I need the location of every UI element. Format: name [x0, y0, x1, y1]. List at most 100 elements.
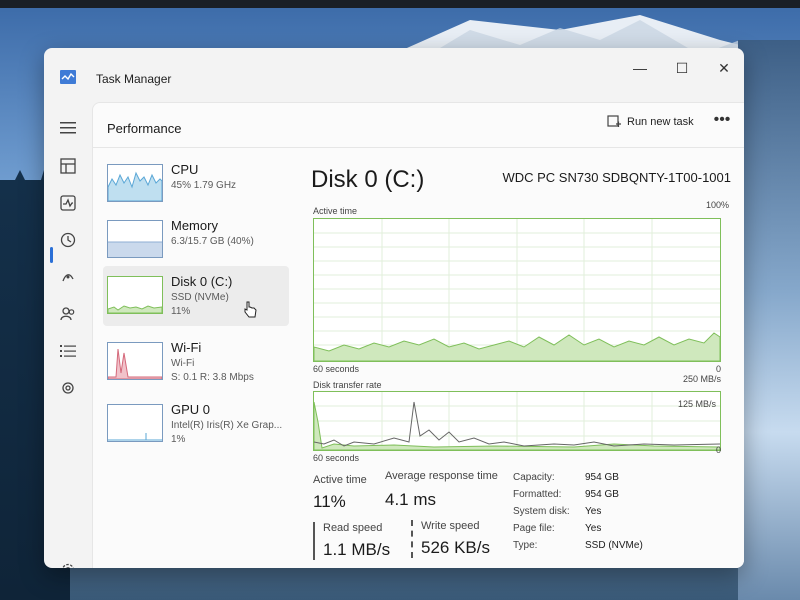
resource-item-memory[interactable]: Memory 6.3/15.7 GB (40%) [103, 210, 289, 270]
services-icon [62, 382, 74, 394]
details-icon [60, 345, 76, 357]
system-disk-label: System disk: [513, 506, 570, 517]
formatted-value: 954 GB [585, 489, 619, 500]
page-file-label: Page file: [513, 523, 555, 534]
active-time-graph-min: 0 [715, 364, 721, 374]
disk-stats: Active time 11% Average response time 4.… [311, 470, 731, 568]
resource-detail: Intel(R) Iris(R) Xe Grap... [171, 420, 283, 431]
capacity-label: Capacity: [513, 472, 555, 483]
window-title: Task Manager [96, 72, 172, 86]
users-icon [60, 307, 75, 321]
resource-name: Wi-Fi [171, 340, 202, 355]
resource-detail: Wi-Fi [171, 358, 195, 369]
active-time-graph-svg [314, 219, 720, 361]
resource-detail: SSD (NVMe) [171, 292, 229, 303]
active-time-graph-label: Active time [313, 206, 358, 216]
run-task-icon [607, 115, 621, 127]
disk-model: WDC PC SN730 SDBQNTY-1T00-1001 [502, 170, 731, 185]
settings-icon [62, 563, 74, 568]
resource-item-wifi[interactable]: Wi-Fi Wi-Fi S: 0.1 R: 3.8 Mbps [103, 332, 289, 392]
wifi-mini-graph [107, 342, 163, 380]
nav-startup-apps[interactable] [56, 265, 80, 289]
write-speed-box: Write speed 526 KB/s [411, 520, 505, 558]
system-disk-value: Yes [585, 506, 602, 517]
resource-name: Memory [171, 218, 218, 233]
read-speed-value: 1.1 MB/s [323, 540, 391, 559]
processes-icon [60, 158, 76, 174]
transfer-rate-graph: 125 MB/s [313, 391, 721, 451]
performance-icon [60, 195, 76, 211]
nav-settings[interactable] [56, 558, 80, 568]
formatted-label: Formatted: [513, 489, 562, 500]
menu-icon [60, 122, 76, 134]
active-time-graph-xlabel: 60 seconds [313, 364, 360, 374]
more-options-button[interactable]: ••• [710, 111, 734, 129]
disk-detail-panel: Disk 0 (C:) WDC PC SN730 SDBQNTY-1T00-10… [311, 148, 731, 568]
active-time-graph [313, 218, 721, 362]
minimize-button[interactable]: — [624, 56, 656, 80]
memory-sparkline [108, 241, 162, 257]
cpu-sparkline [108, 171, 162, 201]
task-manager-app-icon [60, 70, 76, 84]
page-title: Performance [107, 121, 182, 136]
type-value: SSD (NVMe) [585, 540, 643, 551]
resource-item-disk0[interactable]: Disk 0 (C:) SSD (NVMe) 11% [103, 266, 289, 326]
transfer-rate-graph-svg [314, 392, 720, 450]
title-bar[interactable]: Task Manager — ☐ ✕ [44, 48, 744, 102]
close-button[interactable]: ✕ [708, 56, 740, 80]
transfer-rate-graph-xlabel: 60 seconds [313, 453, 360, 463]
lake-reflection [738, 40, 800, 600]
avg-response-label: Average response time [385, 470, 498, 482]
transfer-rate-graph-mid: 125 MB/s [677, 399, 716, 409]
transfer-rate-graph-label: Disk transfer rate [313, 380, 382, 390]
close-icon: ✕ [718, 59, 730, 76]
write-speed-label: Write speed [421, 520, 480, 532]
hand-cursor-icon [244, 301, 257, 318]
main-content: Performance Run new task ••• CPU 45% 1.7… [92, 102, 744, 568]
navigation-pane [44, 102, 92, 568]
transfer-rate-graph-max: 250 MB/s [682, 374, 721, 384]
disk-title: Disk 0 (C:) [311, 166, 425, 193]
disk-sparkline [108, 305, 162, 313]
memory-mini-graph [107, 220, 163, 258]
nav-users[interactable] [56, 302, 80, 326]
resource-item-cpu[interactable]: CPU 45% 1.79 GHz [103, 154, 289, 214]
maximize-icon: ☐ [675, 59, 689, 76]
resource-usage: S: 0.1 R: 3.8 Mbps [171, 372, 254, 383]
nav-services[interactable] [56, 376, 80, 400]
capacity-value: 954 GB [585, 472, 619, 483]
app-history-icon [60, 232, 76, 248]
type-label: Type: [513, 540, 538, 551]
startup-apps-icon [62, 274, 74, 282]
nav-performance[interactable] [56, 191, 80, 215]
minimize-icon: — [633, 60, 647, 76]
resource-list: CPU 45% 1.79 GHz Memory 6.3/15.7 GB (40%… [93, 148, 293, 568]
gpu-mini-graph [107, 404, 163, 442]
nav-app-history[interactable] [56, 228, 80, 252]
gpu-sparkline [108, 433, 162, 441]
active-time-label: Active time [313, 474, 367, 486]
transfer-rate-graph-min: 0 [715, 445, 721, 455]
page-header: Performance Run new task ••• [93, 103, 744, 148]
task-manager-window: Task Manager — ☐ ✕ Performance Run new t… [44, 48, 744, 568]
resource-detail: 6.3/15.7 GB (40%) [171, 236, 254, 247]
cpu-mini-graph [107, 164, 163, 202]
hamburger-menu-button[interactable] [56, 116, 80, 140]
run-new-task-button[interactable]: Run new task [601, 111, 700, 133]
disk-mini-graph [107, 276, 163, 314]
resource-name: Disk 0 (C:) [171, 274, 233, 289]
resource-name: GPU 0 [171, 402, 211, 417]
maximize-button[interactable]: ☐ [666, 56, 698, 80]
active-time-value: 11% [313, 492, 346, 511]
resource-item-gpu[interactable]: GPU 0 Intel(R) Iris(R) Xe Grap... 1% [103, 394, 289, 454]
nav-processes[interactable] [56, 154, 80, 178]
resource-usage: 11% [171, 306, 191, 317]
nav-details[interactable] [56, 339, 80, 363]
avg-response-value: 4.1 ms [385, 490, 437, 509]
resource-detail: 45% 1.79 GHz [171, 180, 237, 191]
read-speed-label: Read speed [323, 522, 383, 534]
wifi-sparkline [108, 348, 162, 379]
active-nav-indicator [50, 247, 53, 263]
write-speed-value: 526 KB/s [421, 538, 490, 557]
page-file-value: Yes [585, 523, 602, 534]
